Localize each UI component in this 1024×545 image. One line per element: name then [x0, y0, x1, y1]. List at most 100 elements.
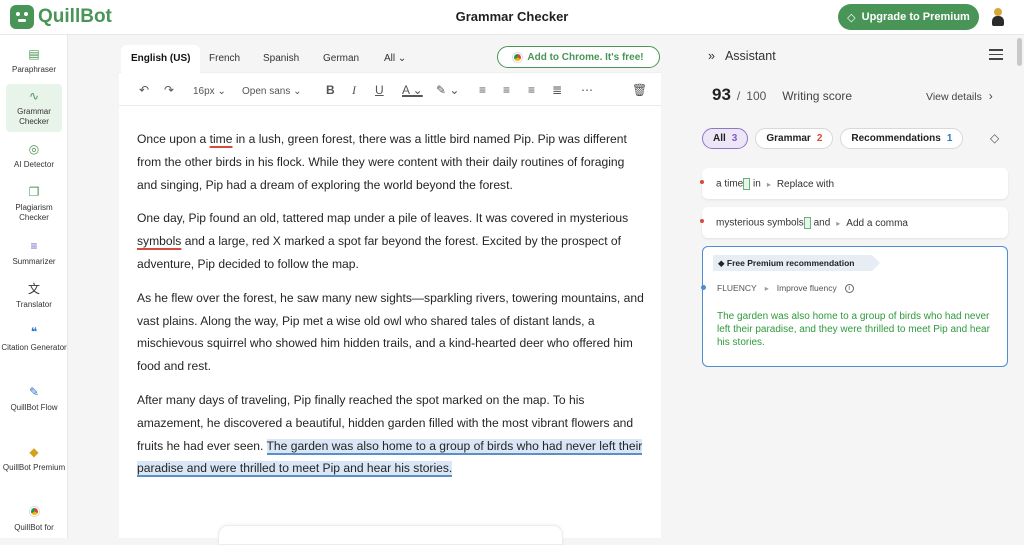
- suggestion-content: a time in ▸ Replace with: [716, 178, 834, 190]
- paragraph-4: After many days of traveling, Pip finall…: [137, 389, 647, 480]
- upgrade-premium-label: Upgrade to Premium: [861, 11, 970, 23]
- sidebar-item-label: QuillBot Premium: [2, 463, 66, 472]
- citation-icon: ❝: [30, 325, 38, 339]
- tab-german[interactable]: German: [313, 45, 369, 73]
- text-color-icon[interactable]: A ⌄: [402, 82, 423, 98]
- chevron-down-icon: ⌄: [217, 86, 226, 97]
- text-segment: Once upon a: [137, 132, 210, 146]
- score-value: 93: [712, 85, 731, 104]
- diamond-icon: ◇: [847, 11, 856, 24]
- filter-chips: All 3 Grammar 2 Recommendations 1: [702, 128, 964, 149]
- redo-icon[interactable]: ↷: [164, 82, 174, 98]
- highlight-icon[interactable]: ✎ ⌄: [436, 82, 459, 98]
- sidebar-item-quillbot-flow[interactable]: ✎ QuillBot Flow: [0, 385, 68, 413]
- grammar-error-time[interactable]: time: [210, 132, 233, 146]
- sidebar-item-label: QuillBot Flow: [10, 403, 58, 412]
- sidebar-item-ai-detector[interactable]: ◎ AI Detector: [0, 142, 68, 170]
- document-text[interactable]: Once upon a time in a lush, green forest…: [137, 128, 647, 491]
- collapse-icon[interactable]: »: [708, 49, 715, 63]
- undo-icon[interactable]: ↶: [139, 82, 149, 98]
- font-family-value: Open sans: [242, 86, 291, 97]
- settings-sliders-icon[interactable]: [989, 49, 1003, 61]
- more-options-icon[interactable]: ⋯: [581, 82, 593, 98]
- top-bar: QuillBot Grammar Checker ◇ Upgrade to Pr…: [0, 0, 1024, 35]
- assistant-panel: » Assistant 93 / 100 Writing score View …: [690, 35, 1024, 538]
- paragraph-2: One day, Pip found an old, tattered map …: [137, 207, 647, 275]
- font-size-value: 16px: [193, 86, 215, 97]
- premium-recommendation-badge: ◆ Free Premium recommendation: [713, 255, 881, 271]
- assistant-title: Assistant: [724, 49, 776, 63]
- flow-icon: ✎: [28, 385, 40, 399]
- fluency-label: FLUENCY ▸ Improve fluency i: [701, 283, 854, 293]
- bold-icon[interactable]: B: [326, 82, 335, 98]
- chevron-right-icon: ›: [988, 89, 993, 103]
- tab-french[interactable]: French: [199, 45, 250, 73]
- align-left-icon[interactable]: ≡: [479, 82, 486, 98]
- sidebar-item-summarizer[interactable]: ≡ Summarizer: [0, 239, 68, 267]
- chip-label: Recommendations: [851, 133, 941, 144]
- chip-count: 3: [731, 133, 738, 144]
- sidebar-item-quillbot-for-chrome[interactable]: QuillBot for: [0, 505, 68, 533]
- recommendation-card[interactable]: ◆ Free Premium recommendation FLUENCY ▸ …: [701, 246, 1008, 367]
- avatar[interactable]: [991, 8, 1005, 26]
- arrow-right-icon: ▸: [764, 283, 769, 293]
- score-separator: /: [736, 89, 741, 103]
- view-details-link[interactable]: View details ›: [926, 89, 993, 103]
- tab-english-us[interactable]: English (US): [121, 45, 201, 73]
- align-right-icon[interactable]: ≡: [528, 82, 535, 98]
- premium-icon: ◆: [29, 445, 39, 459]
- fluency-dot: [701, 285, 706, 290]
- chip-count: 2: [816, 133, 823, 144]
- sidebar-item-citation-generator[interactable]: ❝ Citation Generator: [0, 325, 68, 353]
- sidebar-item-plagiarism-checker[interactable]: ❐ Plagiarism Checker: [0, 185, 68, 223]
- chrome-icon: [27, 505, 41, 519]
- editor-toolbar: ↶ ↷ 16px ⌄ Open sans ⌄ B I U A ⌄ ✎ ⌄ ≡ ≡…: [119, 74, 661, 106]
- diamond-icon: ◆: [718, 258, 725, 268]
- suggestion-after: and: [813, 217, 831, 229]
- sidebar-item-label: AI Detector: [13, 160, 54, 169]
- scrollbar[interactable]: [1017, 38, 1022, 66]
- chevron-down-icon: ⌄: [293, 86, 302, 97]
- add-to-chrome-label: Add to Chrome. It's free!: [527, 51, 644, 63]
- sidebar-item-label: Grammar Checker: [17, 107, 51, 126]
- score-total: 100: [746, 89, 767, 103]
- sidebar-item-grammar-checker[interactable]: ∿ Grammar Checker: [6, 84, 62, 132]
- error-dot: [700, 180, 704, 184]
- sidebar-item-label: Plagiarism Checker: [15, 203, 53, 222]
- tab-all-languages[interactable]: All ⌄: [374, 45, 416, 73]
- upgrade-premium-button[interactable]: ◇ Upgrade to Premium: [838, 4, 979, 30]
- paragraph-3: As he flew over the forest, he saw many …: [137, 290, 644, 374]
- tab-all-label: All: [384, 53, 396, 64]
- sidebar-item-paraphraser[interactable]: ▤ Paraphraser: [0, 47, 68, 75]
- justify-icon[interactable]: ≣: [552, 82, 562, 98]
- underline-icon[interactable]: U: [375, 82, 384, 98]
- info-icon[interactable]: i: [844, 283, 854, 293]
- suggestion-card[interactable]: a time in ▸ Replace with: [700, 168, 1008, 199]
- fluency-action: Improve fluency: [776, 283, 837, 293]
- insert-marker: [803, 217, 811, 229]
- trash-icon[interactable]: 🗑: [632, 82, 647, 98]
- chevron-down-icon: ⌄: [397, 53, 407, 64]
- arrow-right-icon: ▸: [766, 179, 771, 189]
- align-center-icon[interactable]: ≡: [503, 82, 510, 98]
- chip-count: 1: [946, 133, 953, 144]
- recommendation-text[interactable]: The garden was also home to a group of b…: [717, 310, 997, 349]
- suggestion-card[interactable]: mysterious symbols and ▸ Add a comma: [700, 207, 1008, 238]
- chip-recommendations[interactable]: Recommendations 1: [840, 128, 964, 149]
- italic-icon[interactable]: I: [352, 82, 356, 98]
- font-family-select[interactable]: Open sans ⌄: [242, 84, 302, 100]
- chip-all[interactable]: All 3: [702, 128, 749, 149]
- tab-spanish[interactable]: Spanish: [253, 45, 309, 73]
- diamond-icon[interactable]: ◇: [990, 131, 999, 145]
- sidebar-item-label: QuillBot for: [14, 523, 54, 532]
- sidebar-item-quillbot-premium[interactable]: ◆ QuillBot Premium: [0, 445, 68, 473]
- suggestion-context: a time in: [716, 178, 761, 190]
- sidebar-item-translator[interactable]: 文 Translator: [0, 282, 68, 310]
- text-segment: and a large, red X marked a spot far bey…: [137, 234, 622, 271]
- chip-grammar[interactable]: Grammar 2: [755, 128, 834, 149]
- grammar-error-symbols[interactable]: symbols: [137, 234, 181, 248]
- assistant-header: » Assistant: [708, 49, 776, 63]
- add-to-chrome-button[interactable]: Add to Chrome. It's free!: [497, 46, 660, 68]
- insert-marker: [743, 178, 751, 190]
- font-size-select[interactable]: 16px ⌄: [193, 84, 226, 100]
